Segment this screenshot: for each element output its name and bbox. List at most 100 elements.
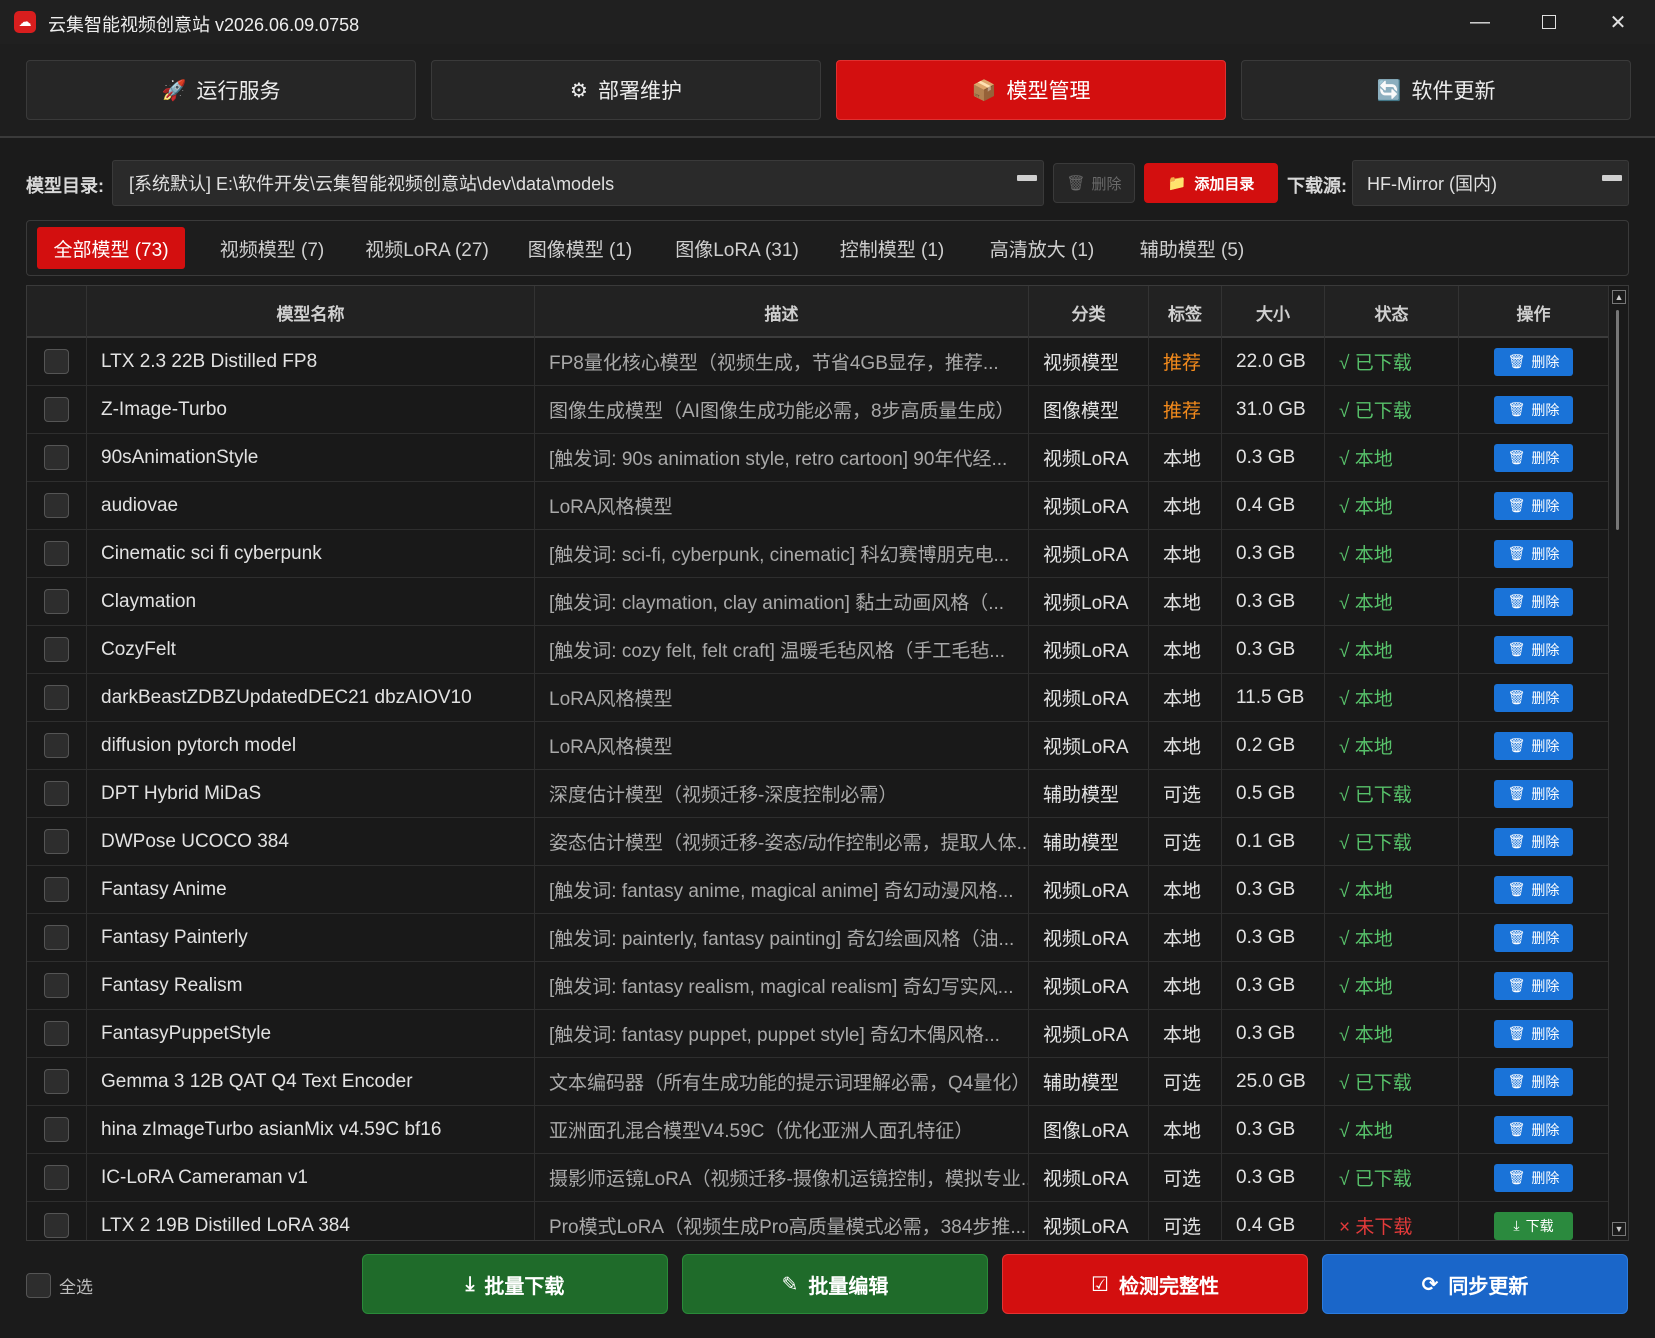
table-row[interactable]: Z-Image-Turbo 图像生成模型（AI图像生成功能必需，8步高质量生成）图… bbox=[27, 386, 1608, 434]
minimize-button[interactable]: — bbox=[1445, 0, 1515, 44]
delete-button[interactable]: 🗑 删除 bbox=[1494, 587, 1573, 616]
cat-tab-video-model[interactable]: 视频模型 (7) bbox=[207, 227, 337, 269]
table-row[interactable]: LTX 2 19B Distilled LoRA 384 Pro模式LoRA（视频… bbox=[27, 1202, 1608, 1240]
row-checkbox[interactable] bbox=[44, 829, 69, 854]
tab-model-management[interactable]: 📦 模型管理 bbox=[836, 60, 1226, 120]
row-checkbox[interactable] bbox=[44, 1021, 69, 1046]
row-checkbox[interactable] bbox=[44, 973, 69, 998]
select-all-checkbox[interactable] bbox=[26, 1273, 51, 1298]
delete-button[interactable]: 🗑 删除 bbox=[1494, 395, 1573, 424]
row-checkbox[interactable] bbox=[44, 1117, 69, 1142]
row-checkbox[interactable] bbox=[44, 1213, 69, 1238]
action-cell: ⤓ 下载 bbox=[1459, 1202, 1608, 1240]
table-row[interactable]: audiovae LoRA风格模型 视频LoRA 本地 0.4 GB √ 本地 🗑 删除 bbox=[27, 482, 1608, 530]
cat-tab-all[interactable]: 全部模型 (73) bbox=[37, 227, 185, 269]
trash-icon: 🗑 bbox=[1507, 785, 1526, 801]
cat-tab-image-lora[interactable]: 图像LoRA (31) bbox=[667, 227, 807, 269]
cat-tab-video-lora[interactable]: 视频LoRA (27) bbox=[357, 227, 497, 269]
table-row[interactable]: CozyFelt [触发词: cozy felt, felt craft] 温暖毛… bbox=[27, 626, 1608, 674]
delete-dir-button[interactable]: 🗑 删除 bbox=[1053, 163, 1135, 203]
row-checkbox[interactable] bbox=[44, 877, 69, 902]
row-checkbox[interactable] bbox=[44, 925, 69, 950]
table-row[interactable]: diffusion pytorch model LoRA风格模型 视频LoRA 本地 0… bbox=[27, 722, 1608, 770]
close-button[interactable]: ✕ bbox=[1583, 0, 1653, 44]
model-tag: 本地 bbox=[1149, 1010, 1222, 1057]
delete-button[interactable]: 🗑 删除 bbox=[1494, 683, 1573, 712]
tab-software-update[interactable]: 🔄 软件更新 bbox=[1241, 60, 1631, 120]
tab-deploy-maintain[interactable]: ⚙ 部署维护 bbox=[431, 60, 821, 120]
table-row[interactable]: hina zImageTurbo asianMix v4.59C bf16 亚洲面… bbox=[27, 1106, 1608, 1154]
table-row[interactable]: DWPose UCOCO 384 姿态估计模型（视频迁移-姿态/动作控制必需，提取… bbox=[27, 818, 1608, 866]
row-checkbox[interactable] bbox=[44, 685, 69, 710]
scroll-thumb[interactable] bbox=[1616, 310, 1619, 530]
delete-button[interactable]: 🗑 删除 bbox=[1494, 539, 1573, 568]
delete-button[interactable]: 🗑 删除 bbox=[1494, 1115, 1573, 1144]
row-checkbox[interactable] bbox=[44, 781, 69, 806]
model-desc: [触发词: painterly, fantasy painting] 奇幻绘画风… bbox=[535, 914, 1029, 961]
table-row[interactable]: Fantasy Painterly [触发词: painterly, fantas… bbox=[27, 914, 1608, 962]
delete-button[interactable]: 🗑 删除 bbox=[1494, 1067, 1573, 1096]
add-dir-button[interactable]: 📁 添加目录 bbox=[1144, 163, 1278, 203]
table-row[interactable]: FantasyPuppetStyle [触发词: fantasy puppet, … bbox=[27, 1010, 1608, 1058]
model-size: 25.0 GB bbox=[1222, 1058, 1325, 1105]
table-row[interactable]: IC-LoRA Cameraman v1 摄影师运镜LoRA（视频迁移-摄像机运镜… bbox=[27, 1154, 1608, 1202]
action-cell: 🗑 删除 bbox=[1459, 530, 1608, 577]
table-row[interactable]: DPT Hybrid MiDaS 深度估计模型（视频迁移-深度控制必需） 辅助模型可… bbox=[27, 770, 1608, 818]
delete-button[interactable]: 🗑 删除 bbox=[1494, 779, 1573, 808]
delete-button[interactable]: 🗑 删除 bbox=[1494, 875, 1573, 904]
cat-tab-upscale[interactable]: 高清放大 (1) bbox=[977, 227, 1107, 269]
table-row[interactable]: Fantasy Anime [触发词: fantasy anime, magica… bbox=[27, 866, 1608, 914]
table-row[interactable]: Cinematic sci fi cyberpunk [触发词: sci-fi, … bbox=[27, 530, 1608, 578]
table-row[interactable]: Fantasy Realism [触发词: fantasy realism, ma… bbox=[27, 962, 1608, 1010]
row-checkbox[interactable] bbox=[44, 1165, 69, 1190]
model-size: 0.3 GB bbox=[1222, 866, 1325, 913]
row-checkbox[interactable] bbox=[44, 445, 69, 470]
table-row[interactable]: Gemma 3 12B QAT Q4 Text Encoder 文本编码器（所有生… bbox=[27, 1058, 1608, 1106]
batch-edit-button[interactable]: ✎ 批量编辑 bbox=[682, 1254, 988, 1314]
table-row[interactable]: darkBeastZDBZUpdatedDEC21 dbzAIOV10 LoRA风… bbox=[27, 674, 1608, 722]
select-all[interactable]: 全选 bbox=[26, 1273, 93, 1298]
row-checkbox[interactable] bbox=[44, 733, 69, 758]
pencil-icon: ✎ bbox=[781, 1273, 799, 1296]
model-category: 视频LoRA bbox=[1029, 1010, 1149, 1057]
check-integrity-button[interactable]: ☑ 检测完整性 bbox=[1002, 1254, 1308, 1314]
delete-button[interactable]: 🗑 删除 bbox=[1494, 1163, 1573, 1192]
sync-update-button[interactable]: ⟳ 同步更新 bbox=[1322, 1254, 1628, 1314]
delete-button[interactable]: 🗑 删除 bbox=[1494, 971, 1573, 1000]
row-checkbox-cell bbox=[27, 434, 87, 481]
scroll-down-icon[interactable]: ▼ bbox=[1612, 1222, 1626, 1236]
row-checkbox-cell bbox=[27, 626, 87, 673]
tab-run-service[interactable]: 🚀 运行服务 bbox=[26, 60, 416, 120]
model-name: Fantasy Painterly bbox=[87, 914, 535, 961]
batch-download-button[interactable]: ⤓ 批量下载 bbox=[362, 1254, 668, 1314]
model-tag: 本地 bbox=[1149, 866, 1222, 913]
delete-button[interactable]: 🗑 删除 bbox=[1494, 491, 1573, 520]
row-checkbox[interactable] bbox=[44, 397, 69, 422]
delete-button[interactable]: 🗑 删除 bbox=[1494, 1019, 1573, 1048]
action-cell: 🗑 删除 bbox=[1459, 914, 1608, 961]
delete-button[interactable]: 🗑 删除 bbox=[1494, 827, 1573, 856]
table-row[interactable]: 90sAnimationStyle [触发词: 90s animation sty… bbox=[27, 434, 1608, 482]
row-checkbox[interactable] bbox=[44, 349, 69, 374]
scroll-up-icon[interactable]: ▲ bbox=[1612, 290, 1626, 304]
delete-button[interactable]: 🗑 删除 bbox=[1494, 443, 1573, 472]
table-row[interactable]: LTX 2.3 22B Distilled FP8 FP8量化核心模型（视频生成，… bbox=[27, 338, 1608, 386]
delete-button[interactable]: 🗑 删除 bbox=[1494, 635, 1573, 664]
row-checkbox[interactable] bbox=[44, 637, 69, 662]
model-dir-select[interactable]: [系统默认] E:\软件开发\云集智能视频创意站\dev\data\models bbox=[112, 160, 1044, 206]
table-row[interactable]: Claymation [触发词: claymation, clay animati… bbox=[27, 578, 1608, 626]
row-checkbox[interactable] bbox=[44, 589, 69, 614]
cat-tab-image-model[interactable]: 图像模型 (1) bbox=[515, 227, 645, 269]
row-checkbox[interactable] bbox=[44, 541, 69, 566]
cat-tab-control-model[interactable]: 控制模型 (1) bbox=[827, 227, 957, 269]
vertical-scrollbar[interactable]: ▲ ▼ bbox=[1608, 286, 1628, 1240]
download-button[interactable]: ⤓ 下载 bbox=[1494, 1211, 1573, 1240]
delete-button[interactable]: 🗑 删除 bbox=[1494, 923, 1573, 952]
download-source-select[interactable]: HF-Mirror (国内) bbox=[1352, 160, 1629, 206]
maximize-button[interactable] bbox=[1514, 0, 1584, 44]
row-checkbox[interactable] bbox=[44, 493, 69, 518]
delete-button[interactable]: 🗑 删除 bbox=[1494, 347, 1573, 376]
row-checkbox[interactable] bbox=[44, 1069, 69, 1094]
cat-tab-auxiliary[interactable]: 辅助模型 (5) bbox=[1127, 227, 1257, 269]
delete-button[interactable]: 🗑 删除 bbox=[1494, 731, 1573, 760]
